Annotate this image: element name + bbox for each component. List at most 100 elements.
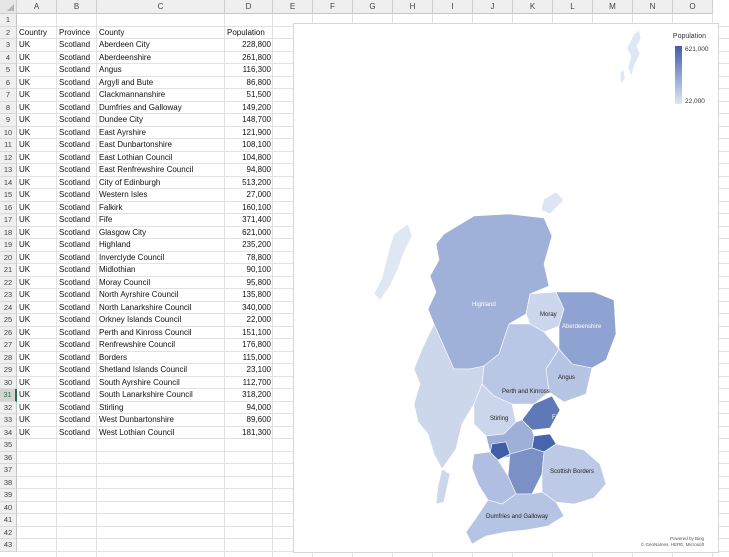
cell-population[interactable]: 148,700 xyxy=(225,114,273,127)
cell-province[interactable]: Scotland xyxy=(57,314,97,327)
cell-country[interactable]: UK xyxy=(17,414,57,427)
cell-county[interactable]: Renfrewshire Council xyxy=(97,339,225,352)
cell-country[interactable]: UK xyxy=(17,177,57,190)
cell-province[interactable]: Scotland xyxy=(57,239,97,252)
cell-county[interactable]: West Dunbartonshire xyxy=(97,414,225,427)
cell-county[interactable]: South Lanarkshire Council xyxy=(97,389,225,402)
cell-population[interactable]: 151,100 xyxy=(225,327,273,340)
cell-county[interactable]: Clackmannanshire xyxy=(97,89,225,102)
cell-country[interactable]: UK xyxy=(17,277,57,290)
cell-country[interactable]: UK xyxy=(17,227,57,240)
cell-county[interactable]: Aberdeen City xyxy=(97,39,225,52)
cell-county[interactable]: Glasgow City xyxy=(97,227,225,240)
region-shetland[interactable] xyxy=(626,29,642,77)
cell-population[interactable]: 371,400 xyxy=(225,214,273,227)
cell-country[interactable]: UK xyxy=(17,327,57,340)
cell-county[interactable]: Inverclyde Council xyxy=(97,252,225,265)
region-shetland-islet[interactable] xyxy=(619,69,626,85)
select-all-corner[interactable] xyxy=(0,0,17,14)
cell-population[interactable]: 235,200 xyxy=(225,239,273,252)
cell-county[interactable]: Fife xyxy=(97,214,225,227)
cell-province[interactable]: Scotland xyxy=(57,227,97,240)
row-header-19[interactable]: 19 xyxy=(0,239,17,252)
cell-country[interactable]: UK xyxy=(17,314,57,327)
cell-population[interactable]: 160,100 xyxy=(225,202,273,215)
cell-country[interactable]: UK xyxy=(17,239,57,252)
cell-population[interactable]: 121,900 xyxy=(225,127,273,140)
cell-country[interactable]: UK xyxy=(17,302,57,315)
row-header-39[interactable]: 39 xyxy=(0,489,17,502)
row-header-35[interactable]: 35 xyxy=(0,439,17,452)
cell-county[interactable]: City of Edinburgh xyxy=(97,177,225,190)
row-header-36[interactable]: 36 xyxy=(0,451,17,464)
row-header-23[interactable]: 23 xyxy=(0,289,17,302)
row-header-7[interactable]: 7 xyxy=(0,89,17,102)
cell-county[interactable]: North Ayrshire Council xyxy=(97,289,225,302)
cell-province[interactable]: Scotland xyxy=(57,402,97,415)
cell-province[interactable]: Scotland xyxy=(57,114,97,127)
row-header-24[interactable]: 24 xyxy=(0,301,17,314)
row-header-18[interactable]: 18 xyxy=(0,226,17,239)
row-header-15[interactable]: 15 xyxy=(0,189,17,202)
column-header-f[interactable]: F xyxy=(313,0,353,14)
cell-population[interactable]: 90,100 xyxy=(225,264,273,277)
cell-population[interactable]: 78,800 xyxy=(225,252,273,265)
row-header-33[interactable]: 33 xyxy=(0,414,17,427)
cell-province[interactable]: Scotland xyxy=(57,77,97,90)
cell-county[interactable]: East Dunbartonshire xyxy=(97,139,225,152)
cell-province[interactable]: Scotland xyxy=(57,89,97,102)
row-header-21[interactable]: 21 xyxy=(0,264,17,277)
cell-country[interactable]: UK xyxy=(17,189,57,202)
column-header-h[interactable]: H xyxy=(393,0,433,14)
cell-province[interactable]: Scotland xyxy=(57,414,97,427)
row-header-12[interactable]: 12 xyxy=(0,151,17,164)
cell-county[interactable]: East Lothian Council xyxy=(97,152,225,165)
cell-province[interactable]: Scotland xyxy=(57,189,97,202)
region-orkney[interactable] xyxy=(540,191,565,215)
row-header-17[interactable]: 17 xyxy=(0,214,17,227)
cell-population[interactable]: 115,000 xyxy=(225,352,273,365)
row-header-20[interactable]: 20 xyxy=(0,251,17,264)
row-header-37[interactable]: 37 xyxy=(0,464,17,477)
cell-province[interactable]: Scotland xyxy=(57,214,97,227)
row-header-6[interactable]: 6 xyxy=(0,76,17,89)
cell-country[interactable]: UK xyxy=(17,39,57,52)
row-header-32[interactable]: 32 xyxy=(0,401,17,414)
row-header-5[interactable]: 5 xyxy=(0,64,17,77)
row-header-43[interactable]: 43 xyxy=(0,539,17,552)
row-header-9[interactable]: 9 xyxy=(0,114,17,127)
cell-province[interactable]: Scotland xyxy=(57,377,97,390)
scotland-map[interactable]: Highland Moray Aberdeenshire Angus Perth… xyxy=(294,24,718,552)
cell-province[interactable]: Scotland xyxy=(57,264,97,277)
cell-province[interactable]: Scotland xyxy=(57,427,97,440)
cell-county[interactable]: West Lothian Council xyxy=(97,427,225,440)
column-header-b[interactable]: B xyxy=(57,0,97,14)
cell-population[interactable]: 228,800 xyxy=(225,39,273,52)
region-lanarkshire[interactable] xyxy=(507,447,545,495)
cell-province[interactable]: Scotland xyxy=(57,339,97,352)
cell-county[interactable]: Shetland Islands Council xyxy=(97,364,225,377)
cell-population[interactable]: 318,200 xyxy=(225,389,273,402)
cell-population[interactable]: 261,800 xyxy=(225,52,273,65)
cell-country[interactable]: UK xyxy=(17,364,57,377)
cell-county[interactable]: Orkney Islands Council xyxy=(97,314,225,327)
cell-country[interactable]: UK xyxy=(17,77,57,90)
cell-country[interactable]: UK xyxy=(17,214,57,227)
cell-country[interactable]: UK xyxy=(17,389,57,402)
header-cell-county[interactable]: County xyxy=(97,27,225,40)
cell-population[interactable]: 94,000 xyxy=(225,402,273,415)
cell-province[interactable]: Scotland xyxy=(57,389,97,402)
cell-population[interactable]: 94,800 xyxy=(225,164,273,177)
cell-population[interactable]: 108,100 xyxy=(225,139,273,152)
cell-country[interactable]: UK xyxy=(17,139,57,152)
row-header-1[interactable]: 1 xyxy=(0,14,17,27)
row-header-29[interactable]: 29 xyxy=(0,364,17,377)
map-chart[interactable]: Population 621,000 22,000 Highland Moray… xyxy=(293,23,719,553)
cell-population[interactable]: 135,800 xyxy=(225,289,273,302)
row-header-26[interactable]: 26 xyxy=(0,326,17,339)
cell-population[interactable]: 176,800 xyxy=(225,339,273,352)
cell-province[interactable]: Scotland xyxy=(57,177,97,190)
cell-county[interactable]: Highland xyxy=(97,239,225,252)
cell-country[interactable]: UK xyxy=(17,352,57,365)
cell-province[interactable]: Scotland xyxy=(57,202,97,215)
